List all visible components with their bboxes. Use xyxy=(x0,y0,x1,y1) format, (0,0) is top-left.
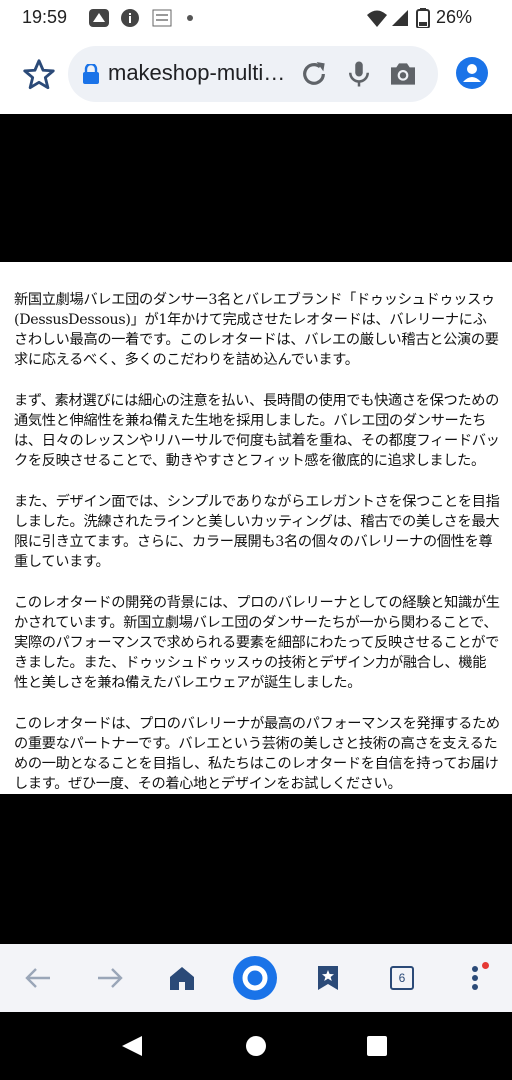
lock-icon xyxy=(82,62,100,84)
notification-dot xyxy=(187,15,193,21)
star-icon[interactable] xyxy=(20,56,58,94)
menu-notification-dot xyxy=(482,962,489,969)
status-bar: 19:59 26% xyxy=(0,0,512,36)
wifi-icon xyxy=(366,8,388,28)
article-section: 新国立劇場バレエ団のダンサー3名とバレエブランド「ドゥッシュドゥッスゥ(Dess… xyxy=(0,262,512,794)
app-badge-icon xyxy=(151,8,173,28)
browser-toolbar: makeshop-multi… xyxy=(0,36,512,114)
home-icon[interactable] xyxy=(162,954,202,1002)
back-triangle-icon[interactable] xyxy=(120,1034,144,1062)
browser-bottom-nav: 6 xyxy=(0,944,512,1012)
camera-icon[interactable] xyxy=(386,58,420,90)
search-icon[interactable] xyxy=(232,954,278,1002)
article-paragraph: このレオタードの開発の背景には、プロのバレリーナとしての経験と知識が生かされてい… xyxy=(14,595,500,691)
info-icon xyxy=(120,8,142,28)
page-banner-top xyxy=(0,114,512,262)
cell-signal-icon xyxy=(390,8,412,28)
mic-icon[interactable] xyxy=(344,58,374,90)
url-text[interactable]: makeshop-multi… xyxy=(108,60,285,86)
clock-text: 19:59 xyxy=(22,7,68,27)
refresh-icon[interactable] xyxy=(298,58,330,90)
system-navigation-bar xyxy=(0,1012,512,1080)
account-icon[interactable] xyxy=(455,56,489,90)
battery-icon xyxy=(416,8,430,29)
tabs-icon[interactable]: 6 xyxy=(390,966,414,990)
article-paragraph: まず、素材選びには細心の注意を払い、長時間の使用でも快適さを保つための通気性と伸… xyxy=(14,393,500,469)
back-icon[interactable] xyxy=(18,954,58,1002)
article-body: 新国立劇場バレエ団のダンサー3名とバレエブランド「ドゥッシュドゥッスゥ(Dess… xyxy=(14,290,500,815)
battery-percentage: 26% xyxy=(435,7,472,27)
page-banner-bottom xyxy=(0,794,512,944)
bookmarks-icon[interactable] xyxy=(308,954,348,1002)
recents-square-icon[interactable] xyxy=(367,1036,387,1060)
article-paragraph: このレオタードは、プロのバレリーナが最高のパフォーマンスを発揮するための重要なパ… xyxy=(14,716,500,792)
forward-icon[interactable] xyxy=(90,954,130,1002)
article-paragraph: 新国立劇場バレエ団のダンサー3名とバレエブランド「ドゥッシュドゥッスゥ(Dess… xyxy=(14,292,499,368)
article-paragraph: また、デザイン面では、シンプルでありながらエレガントさを保つことを目指しました。… xyxy=(14,494,500,570)
address-bar[interactable]: makeshop-multi… xyxy=(68,46,438,102)
home-circle-icon[interactable] xyxy=(245,1035,267,1061)
app-notification-icon xyxy=(88,8,110,28)
